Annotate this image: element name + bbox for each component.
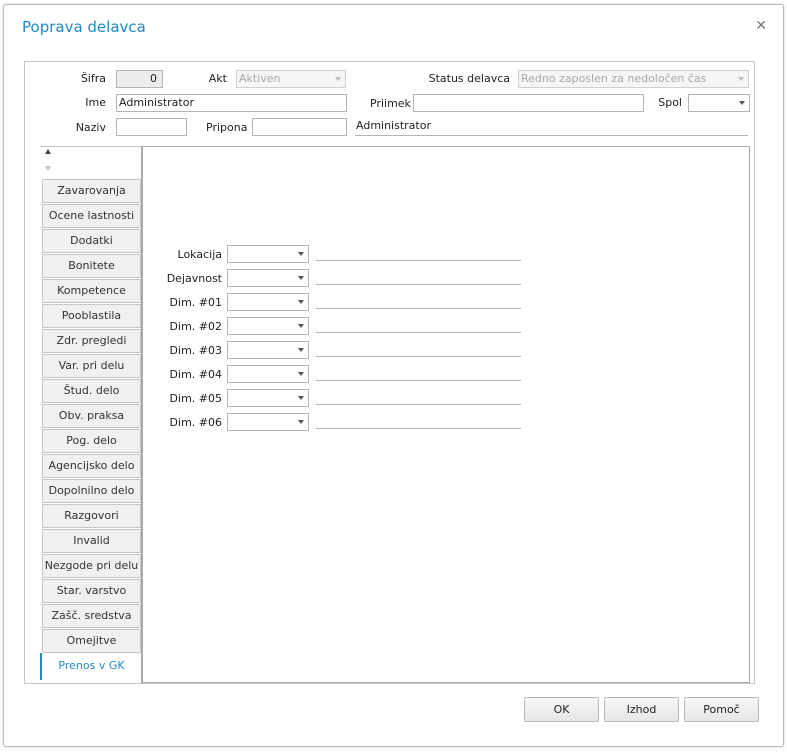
priimek-field[interactable]	[413, 94, 644, 112]
dim02-description	[316, 315, 521, 333]
chevron-down-icon	[298, 372, 304, 376]
dim01-select[interactable]	[227, 293, 309, 311]
chevron-down-icon	[298, 420, 304, 424]
sifra-field[interactable]: 0	[116, 70, 163, 88]
tab-dodatki[interactable]: Dodatki	[42, 229, 141, 253]
tab-stud-delo[interactable]: Štud. delo	[42, 379, 141, 403]
tab-ocene-lastnosti[interactable]: Ocene lastnosti	[42, 204, 141, 228]
tab-bonitete[interactable]: Bonitete	[42, 254, 141, 278]
akt-label: Akt	[208, 72, 227, 85]
tab-zasc-sredstva[interactable]: Zašč. sredstva	[42, 604, 141, 628]
ime-field[interactable]: Administrator	[116, 94, 347, 112]
sifra-label: Šifra	[80, 72, 106, 85]
dejavnost-label: Dejavnost	[166, 272, 222, 285]
dim06-label: Dim. #06	[169, 416, 222, 429]
dim04-description	[316, 363, 521, 381]
dejavnost-select[interactable]	[227, 269, 309, 287]
dim06-description	[316, 411, 521, 429]
status-label: Status delavca	[428, 72, 510, 85]
scroll-down-icon[interactable]	[45, 166, 51, 171]
dim04-label: Dim. #04	[169, 368, 222, 381]
dim01-description	[316, 291, 521, 309]
dialog-title: Poprava delavca	[22, 18, 146, 36]
dejavnost-description	[316, 267, 521, 285]
dim05-select[interactable]	[227, 389, 309, 407]
help-button[interactable]: Pomoč	[684, 697, 759, 722]
tab-star-varstvo[interactable]: Star. varstvo	[42, 579, 141, 603]
tab-razgovori[interactable]: Razgovori	[42, 504, 141, 528]
akt-value: Aktiven	[239, 72, 281, 85]
chevron-down-icon	[298, 252, 304, 256]
dim05-label: Dim. #05	[169, 392, 222, 405]
full-name-display: Administrator	[355, 118, 748, 136]
chevron-down-icon	[298, 396, 304, 400]
tab-var-pri-delu[interactable]: Var. pri delu	[42, 354, 141, 378]
naziv-field[interactable]	[116, 118, 187, 136]
tab-prenos-v-gk[interactable]: Prenos v GK	[40, 653, 141, 680]
dim01-label: Dim. #01	[169, 296, 222, 309]
dim04-select[interactable]	[227, 365, 309, 383]
ime-label: Ime	[85, 96, 106, 109]
status-value: Redno zaposlen za nedoločen čas	[521, 72, 707, 85]
spol-label: Spol	[658, 96, 682, 109]
chevron-down-icon	[298, 276, 304, 280]
dim03-select[interactable]	[227, 341, 309, 359]
chevron-down-icon	[739, 101, 745, 105]
chevron-down-icon	[298, 348, 304, 352]
chevron-down-icon	[298, 300, 304, 304]
pripona-label: Pripona	[206, 121, 248, 134]
akt-select[interactable]: Aktiven	[236, 70, 346, 88]
tab-pog-delo[interactable]: Pog. delo	[42, 429, 141, 453]
pripona-field[interactable]	[252, 118, 347, 136]
tab-obv-praksa[interactable]: Obv. praksa	[42, 404, 141, 428]
dim06-select[interactable]	[227, 413, 309, 431]
priimek-label: Priimek	[370, 97, 411, 110]
tab-pooblastila[interactable]: Pooblastila	[42, 304, 141, 328]
dim02-select[interactable]	[227, 317, 309, 335]
dim05-description	[316, 387, 521, 405]
spol-select[interactable]	[688, 94, 750, 112]
lokacija-description	[316, 243, 521, 261]
lokacija-select[interactable]	[227, 245, 309, 263]
lokacija-label: Lokacija	[177, 248, 222, 261]
dim03-description	[316, 339, 521, 357]
tab-zdr-pregledi[interactable]: Zdr. pregledi	[42, 329, 141, 353]
tab-zavarovanja[interactable]: Zavarovanja	[42, 179, 141, 203]
chevron-down-icon	[298, 324, 304, 328]
tab-omejitve[interactable]: Omejitve	[42, 629, 141, 653]
naziv-label: Naziv	[75, 121, 106, 134]
scroll-up-icon[interactable]	[45, 149, 51, 154]
ok-button[interactable]: OK	[524, 697, 599, 722]
dim03-label: Dim. #03	[169, 344, 222, 357]
tab-dopolnilno-delo[interactable]: Dopolnilno delo	[42, 479, 141, 503]
tab-nezgode-pri-delu[interactable]: Nezgode pri delu	[42, 554, 141, 578]
close-icon[interactable]: ✕	[755, 18, 767, 34]
chevron-down-icon	[335, 77, 341, 81]
tab-kompetence[interactable]: Kompetence	[42, 279, 141, 303]
status-select[interactable]: Redno zaposlen za nedoločen čas	[518, 70, 749, 88]
tab-invalid[interactable]: Invalid	[42, 529, 141, 553]
dim02-label: Dim. #02	[169, 320, 222, 333]
tab-agencijsko-delo[interactable]: Agencijsko delo	[42, 454, 141, 478]
exit-button[interactable]: Izhod	[604, 697, 679, 722]
chevron-down-icon	[738, 77, 744, 81]
